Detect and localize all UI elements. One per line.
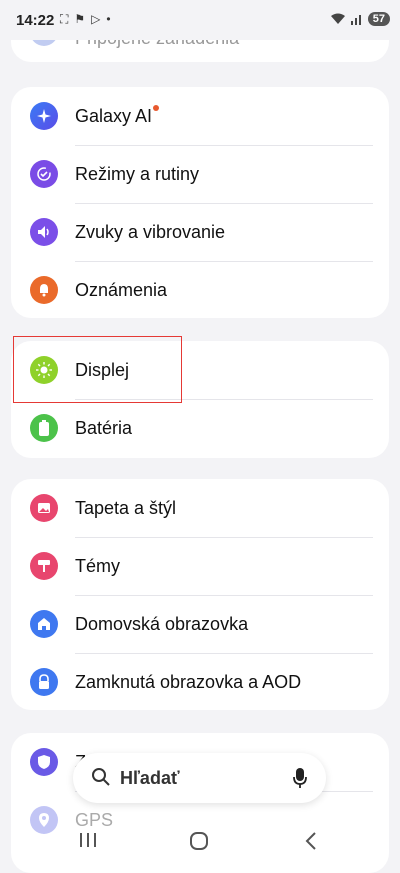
speaker-icon [30,218,58,246]
settings-item-home-screen[interactable]: Domovská obrazovka [11,595,389,653]
signal-icon [350,15,361,25]
settings-item-lock-screen[interactable]: Zamknutá obrazovka a AOD [11,653,389,711]
settings-item-label: Galaxy AI [75,106,153,126]
settings-item-themes[interactable]: Témy [11,537,389,595]
sparkle-icon [30,102,58,130]
more-dot-icon: • [106,12,111,26]
search-label: Hľadať [120,768,180,788]
settings-item-battery[interactable]: Batéria [11,399,389,457]
recent-apps-button[interactable] [78,831,98,849]
settings-item-wallpaper[interactable]: Tapeta a štýl [11,479,389,537]
microphone-icon[interactable] [292,767,308,789]
settings-item-label: Tapeta a štýl [75,498,177,518]
new-badge [153,105,159,111]
sun-icon [30,356,58,384]
wifi-icon [330,13,345,24]
check-circle-icon [30,160,58,188]
bell-icon [30,276,58,304]
play-store-icon: ▷ [91,12,101,26]
settings-item-label: Témy [75,556,120,576]
home-button[interactable] [189,831,209,851]
navigation-bar [0,815,400,867]
settings-item-sounds[interactable]: Zvuky a vibrovanie [11,203,389,261]
vpn-icon: ⚑ [74,12,86,26]
settings-group-3: Tapeta a štýl Témy Domovská obrazovka Za… [11,479,389,710]
search-icon [92,768,110,786]
settings-item-label: Displej [75,360,130,380]
search-bar[interactable]: Hľadať [73,753,326,803]
notification-icons: ⛶ ⚑ ▷ • [60,12,111,27]
settings-group-2: Displej Batéria [11,341,389,458]
settings-item-label: Zvuky a vibrovanie [75,222,226,242]
settings-item-label: Domovská obrazovka [75,614,249,634]
settings-item-notifications[interactable]: Oznámenia [11,261,389,319]
status-bar: 14:22 ⛶ ⚑ ▷ • 57 [0,0,400,40]
settings-group-1: Galaxy AI Režimy a rutiny Zvuky a vibrov… [11,87,389,318]
settings-item-label: Batéria [75,418,133,438]
settings-item-galaxy-ai[interactable]: Galaxy AI [11,87,389,145]
status-time: 14:22 [16,12,55,29]
image-icon [30,494,58,522]
settings-item-label: Režimy a rutiny [75,164,200,184]
shield-icon [30,748,58,776]
system-icons: 57 [330,12,390,26]
screenshot-icon: ⛶ [60,12,69,26]
settings-item-modes-routines[interactable]: Režimy a rutiny [11,145,389,203]
home-icon [30,610,58,638]
battery-icon [30,414,58,442]
battery-indicator: 57 [367,12,390,26]
paint-roller-icon [30,552,58,580]
lock-icon [30,668,58,696]
settings-item-display[interactable]: Displej [11,341,389,399]
settings-item-label: Zamknutá obrazovka a AOD [75,672,302,692]
settings-item-label: Oznámenia [75,280,168,300]
back-button[interactable] [304,831,318,851]
